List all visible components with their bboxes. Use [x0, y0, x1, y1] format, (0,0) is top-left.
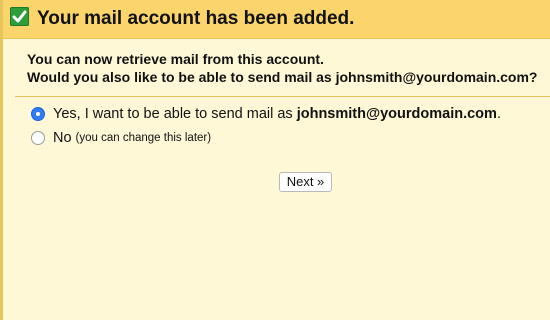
intro-text: You can now retrieve mail from this acco…: [27, 50, 537, 86]
divider: [15, 96, 550, 97]
account-added-panel: Your mail account has been added. You ca…: [0, 0, 550, 320]
radio-yes[interactable]: [31, 107, 45, 121]
page-title: Your mail account has been added.: [37, 8, 355, 29]
option-yes[interactable]: Yes, I want to be able to send mail as j…: [31, 104, 501, 124]
header-bar: Your mail account has been added.: [3, 0, 550, 39]
option-yes-label[interactable]: Yes, I want to be able to send mail as j…: [53, 106, 501, 122]
option-yes-text: Yes, I want to be able to send mail as: [53, 106, 297, 122]
next-button[interactable]: Next »: [279, 172, 332, 192]
option-yes-email: johnsmith@yourdomain.com: [296, 106, 497, 122]
option-no[interactable]: No (you can change this later): [31, 128, 211, 148]
radio-no[interactable]: [31, 131, 45, 145]
intro-line-1: You can now retrieve mail from this acco…: [27, 51, 324, 67]
option-yes-suffix: .: [496, 106, 501, 122]
checkmark-icon: [10, 7, 29, 26]
option-no-label[interactable]: No: [53, 130, 72, 146]
option-no-note: (you can change this later): [75, 132, 212, 144]
intro-line-2: Would you also like to be able to send m…: [27, 69, 538, 85]
